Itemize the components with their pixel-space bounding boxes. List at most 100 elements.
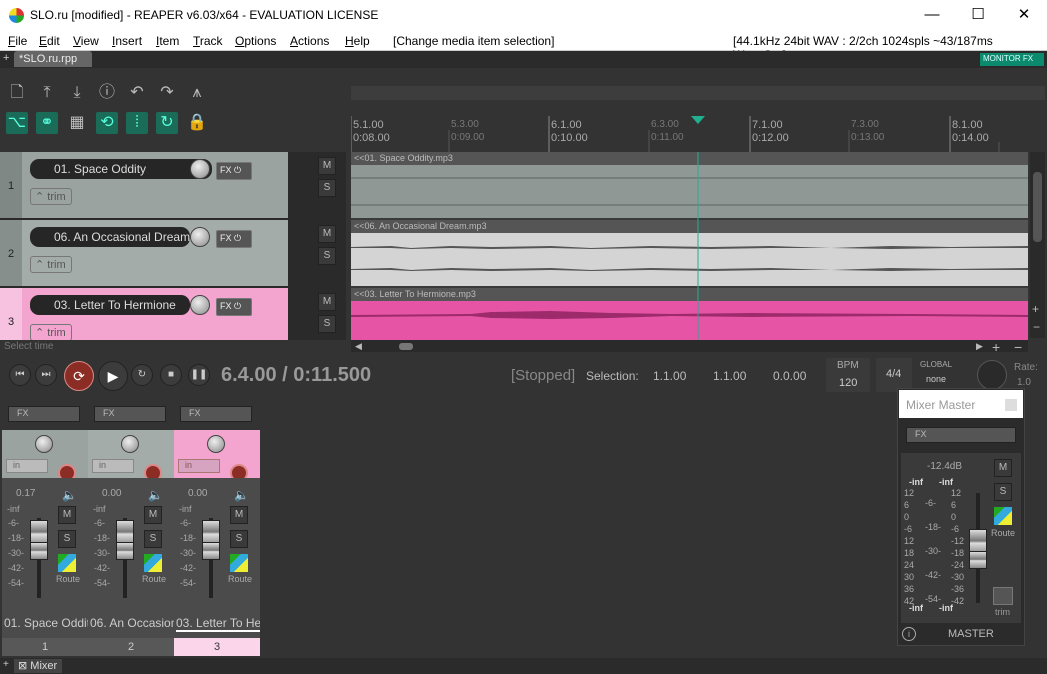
repeat-icon[interactable]: ↻ [131, 364, 153, 386]
volume-fader-cap[interactable] [116, 542, 134, 560]
track-name[interactable]: 06. An Occasional Dream [30, 227, 190, 247]
solo-button[interactable]: S [318, 179, 336, 197]
strip-fx-button[interactable]: FX [94, 406, 166, 422]
minimize-button[interactable]: — [909, 0, 955, 31]
input-select[interactable]: in [178, 459, 220, 473]
redo-icon[interactable]: ↷ [156, 82, 178, 104]
route-icon[interactable] [230, 554, 248, 572]
selection-end[interactable]: 1.1.00 [713, 369, 746, 383]
pause-icon[interactable]: ❚❚ [188, 364, 210, 386]
route-icon[interactable] [58, 554, 76, 572]
ripple-edit-icon[interactable]: ⌥ [6, 112, 28, 134]
mute-button[interactable]: M [230, 506, 248, 524]
volume-fader-cap[interactable] [30, 542, 48, 560]
close-tab-icon[interactable]: ⊠ [18, 660, 27, 672]
save-project-icon[interactable]: ⤓ [66, 82, 88, 104]
pan-knob[interactable] [207, 435, 225, 453]
project-tab[interactable]: *SLO.ru.rpp [14, 51, 92, 67]
master-solo-button[interactable]: S [994, 483, 1012, 501]
go-to-end-icon[interactable]: ⏭ [35, 364, 57, 386]
auto-crossfade-icon[interactable]: ⚭ [36, 112, 58, 134]
master-trim-icon[interactable] [993, 587, 1013, 605]
volume-knob[interactable] [190, 159, 210, 179]
maximize-button[interactable]: ☐ [955, 0, 1001, 31]
input-select[interactable]: in [6, 459, 48, 473]
master-close-icon[interactable] [1005, 399, 1017, 411]
menu-help[interactable]: Help [345, 34, 370, 48]
mute-button[interactable]: M [318, 225, 336, 243]
new-tab-button[interactable]: + [3, 52, 9, 64]
menu-view[interactable]: View [73, 34, 99, 48]
grid-icon[interactable]: ▦ [66, 112, 88, 134]
project-info-icon[interactable]: ⓘ [96, 82, 118, 104]
position-display[interactable]: 6.4.00 / 0:11.500 [221, 364, 371, 387]
track-header-1[interactable]: 1 01. Space Oddity FX ⏻ ⌃ trim [0, 152, 288, 218]
menu-edit[interactable]: Edit [39, 34, 60, 48]
scroll-right-icon[interactable]: ▶ [976, 341, 983, 352]
mixer-tab[interactable]: ⊠ Mixer [14, 659, 62, 673]
solo-button[interactable]: S [318, 315, 336, 333]
master-volume-fader-cap[interactable] [969, 551, 987, 569]
strip-name[interactable]: 01. Space Oddity [4, 616, 88, 630]
selection-start[interactable]: 1.1.00 [653, 369, 686, 383]
volume-knob[interactable] [190, 227, 210, 247]
menu-track[interactable]: Track [193, 34, 223, 48]
volume-fader-cap[interactable] [202, 542, 220, 560]
volume-knob[interactable] [190, 295, 210, 315]
menu-file[interactable]: File [8, 34, 27, 48]
snap-icon[interactable]: ⦙ [126, 112, 148, 134]
rate-value[interactable]: 1.0 [1017, 377, 1031, 388]
mute-button[interactable]: M [58, 506, 76, 524]
track-header-3[interactable]: 3 03. Letter To Hermione FX ⏻ ⌃ trim [0, 288, 288, 340]
rate-knob[interactable] [977, 360, 1007, 390]
global-automation-mode[interactable]: none [926, 374, 946, 384]
vertical-scrollbar[interactable]: + − [1030, 152, 1045, 338]
trim-button[interactable]: ⌃ trim [30, 256, 72, 273]
lock-icon[interactable]: 🔒 [186, 112, 208, 134]
go-to-start-icon[interactable]: ⏮ [9, 364, 31, 386]
input-select[interactable]: in [92, 459, 134, 473]
speaker-icon[interactable]: 🔈 [234, 488, 249, 502]
play-icon[interactable]: ▶ [98, 361, 128, 391]
zoom-out-vertical-icon[interactable]: − [1033, 320, 1040, 334]
scroll-left-icon[interactable]: ◀ [355, 341, 362, 352]
metronome-icon[interactable]: ⩚ [186, 82, 208, 104]
new-project-icon[interactable]: 🗋 [6, 82, 28, 104]
solo-button[interactable]: S [230, 530, 248, 548]
monitor-fx-button[interactable]: MONITOR FX [980, 53, 1044, 66]
info-icon[interactable]: i [902, 627, 916, 641]
scrollbar-thumb[interactable] [1033, 172, 1042, 242]
speaker-icon[interactable]: 🔈 [148, 488, 163, 502]
solo-button[interactable]: S [144, 530, 162, 548]
pan-knob[interactable] [121, 435, 139, 453]
loop-points-icon[interactable]: ↻ [156, 112, 178, 134]
fx-button[interactable]: FX ⏻ [216, 230, 252, 248]
track-name[interactable]: 01. Space Oddity [30, 159, 212, 179]
zoom-out-horizontal-icon[interactable]: − [1014, 339, 1022, 355]
trim-button[interactable]: ⌃ trim [30, 188, 72, 205]
record-icon[interactable]: ⟳ [64, 361, 94, 391]
dock-add-icon[interactable]: + [3, 659, 9, 670]
zoom-in-horizontal-icon[interactable]: + [992, 339, 1000, 355]
route-icon[interactable] [144, 554, 162, 572]
zoom-in-vertical-icon[interactable]: + [1032, 302, 1039, 316]
selection-length[interactable]: 0.0.00 [773, 369, 806, 383]
trim-button[interactable]: ⌃ trim [30, 324, 72, 340]
timeline-ruler[interactable]: 5.1.00 0:08.00 5.3.00 0:09.00 6.1.00 0:1… [351, 110, 1028, 152]
strip-name[interactable]: 06. An Occasional Dream [90, 616, 174, 630]
arrange-view[interactable]: <<01. Space Oddity.mp3 <<06. An Occasion… [351, 152, 1028, 340]
horizontal-scrollbar[interactable]: ◀ ▶ [351, 340, 1028, 352]
solo-button[interactable]: S [318, 247, 336, 265]
scrollbar-thumb[interactable] [399, 343, 413, 350]
fx-button[interactable]: FX ⏻ [216, 298, 252, 316]
menu-options[interactable]: Options [235, 34, 276, 48]
menu-insert[interactable]: Insert [112, 34, 142, 48]
track-header-2[interactable]: 2 06. An Occasional Dream FX ⏻ ⌃ trim [0, 220, 288, 286]
bpm-box[interactable]: BPM 120 [826, 358, 870, 392]
mute-button[interactable]: M [318, 157, 336, 175]
pan-knob[interactable] [35, 435, 53, 453]
master-mute-button[interactable]: M [994, 459, 1012, 477]
speaker-icon[interactable]: 🔈 [62, 488, 77, 502]
master-fx-button[interactable]: FX [906, 427, 1016, 443]
strip-fx-button[interactable]: FX [8, 406, 80, 422]
